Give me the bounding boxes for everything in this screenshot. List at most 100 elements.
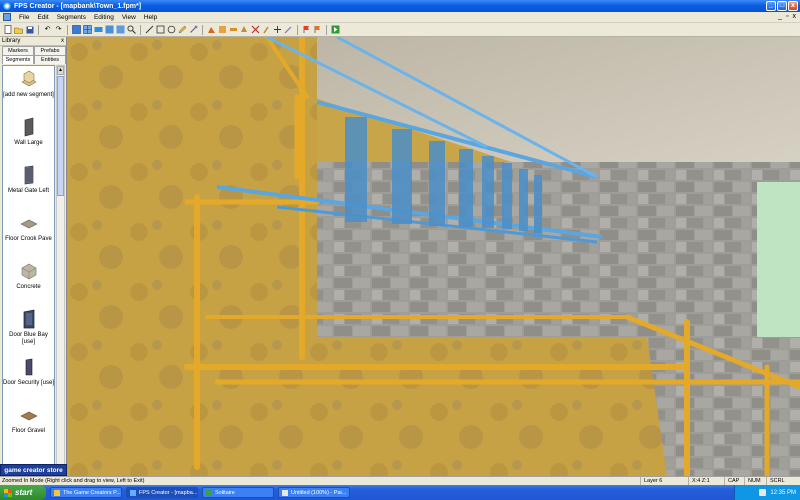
taskbar-item-label: Solitaire xyxy=(215,489,235,496)
tab-prefabs[interactable]: Prefabs xyxy=(34,46,66,55)
list-item-label: Door Blue Bay [use] xyxy=(9,332,48,345)
taskbar-item[interactable]: FPS Creator - [mapba... xyxy=(126,487,198,498)
draw-mode-icon[interactable] xyxy=(262,25,271,34)
toolbar-separator xyxy=(140,24,141,35)
library-scrollbar[interactable]: ▲ ▼ xyxy=(56,65,65,483)
eyedropper-tool-icon[interactable] xyxy=(189,25,198,34)
save-icon[interactable] xyxy=(25,25,34,34)
list-item[interactable]: Wall Large xyxy=(3,114,54,162)
library-title: Library xyxy=(2,38,21,44)
library-panel: Library x Markers Prefabs Segments Entit… xyxy=(0,37,67,483)
layer-up-icon[interactable] xyxy=(116,25,125,34)
list-item[interactable]: [add new segment] xyxy=(3,66,54,114)
rect-tool-icon[interactable] xyxy=(156,25,165,34)
toolbar-separator xyxy=(38,24,39,35)
library-close-button[interactable]: x xyxy=(61,38,64,44)
paint-area-icon[interactable] xyxy=(218,25,227,34)
app-icon xyxy=(206,489,212,496)
list-item[interactable]: Metal Gate Left xyxy=(3,162,54,210)
list-item-label: Wall Large xyxy=(14,140,43,146)
menu-view[interactable]: View xyxy=(118,14,140,21)
list-item[interactable]: Door Security [use] xyxy=(3,354,54,402)
menu-editing[interactable]: Editing xyxy=(90,14,118,21)
wall-icon xyxy=(24,117,33,137)
scroll-up-icon[interactable]: ▲ xyxy=(57,66,64,75)
clock[interactable]: 12:35 PM xyxy=(770,490,796,496)
pencil-tool-icon[interactable] xyxy=(178,25,187,34)
delete-segment-icon[interactable] xyxy=(251,25,260,34)
door-security-icon xyxy=(25,358,32,376)
document-icon[interactable] xyxy=(3,13,11,21)
flag-icon[interactable] xyxy=(302,25,311,34)
tab-markers[interactable]: Markers xyxy=(2,46,34,55)
volume-icon[interactable] xyxy=(759,489,767,496)
view-top-icon[interactable] xyxy=(72,25,81,34)
list-item[interactable]: Door Blue Bay [use] xyxy=(3,306,54,354)
doc-restore-button[interactable]: ▫ xyxy=(786,13,788,20)
paint-segment-icon[interactable] xyxy=(207,25,216,34)
open-folder-icon[interactable] xyxy=(14,25,23,34)
toolbar-separator xyxy=(202,24,203,35)
scrollbar-thumb[interactable] xyxy=(57,76,64,196)
waypoint-icon[interactable] xyxy=(284,25,293,34)
game-creator-store-button[interactable]: game creator store xyxy=(0,464,67,476)
doc-close-button[interactable]: x xyxy=(793,13,797,20)
taskbar-item-label: Untitled (100%) - Pai... xyxy=(291,489,347,496)
start-label: start xyxy=(15,488,33,497)
paint-line-icon[interactable] xyxy=(229,25,238,34)
circle-tool-icon[interactable] xyxy=(167,25,176,34)
floor-icon xyxy=(19,219,38,229)
layer-icon[interactable] xyxy=(94,25,103,34)
toolbar-separator xyxy=(67,24,68,35)
menu-bar: File Edit Segments Editing View Help _ ▫… xyxy=(0,12,800,23)
maximize-button[interactable]: □ xyxy=(777,1,787,11)
list-item-label: Floor Gravel xyxy=(11,428,45,434)
window-title: FPS Creator - [mapbank\Town_1.fpm*] xyxy=(14,2,142,10)
floor-icon xyxy=(19,411,38,421)
taskbar-item[interactable]: Solitaire xyxy=(202,487,274,498)
line-tool-icon[interactable] xyxy=(145,25,154,34)
close-button[interactable]: x xyxy=(788,1,798,11)
app-icon xyxy=(54,489,60,496)
view-grid-icon[interactable] xyxy=(83,25,92,34)
3d-viewport[interactable] xyxy=(67,37,800,476)
add-segment-icon xyxy=(20,70,37,87)
taskbar-item-label: FPS Creator - [mapba... xyxy=(139,489,198,496)
doc-minimize-button[interactable]: _ xyxy=(778,13,782,20)
taskbar-item-label: The Game Creators P... xyxy=(63,489,121,496)
undo-icon[interactable]: ↶ xyxy=(43,25,52,34)
tab-entities[interactable]: Entities xyxy=(34,55,66,64)
minimize-button[interactable]: _ xyxy=(766,1,776,11)
list-item-label: Floor Crook Pave xyxy=(5,236,52,242)
list-item[interactable]: Floor Gravel xyxy=(3,402,54,450)
toolbar-separator xyxy=(326,24,327,35)
title-bar: FPS Creator - [mapbank\Town_1.fpm*] _ □ … xyxy=(0,0,800,12)
app-icon xyxy=(130,489,136,496)
taskbar-item[interactable]: Untitled (100%) - Pai... xyxy=(278,487,350,498)
flag-multi-icon[interactable] xyxy=(313,25,322,34)
toolbar: ↶ ↷ xyxy=(0,23,800,37)
rotate-icon[interactable] xyxy=(273,25,282,34)
ceiling xyxy=(312,37,800,167)
pick-segment-icon[interactable] xyxy=(240,25,249,34)
menu-segments[interactable]: Segments xyxy=(53,14,90,21)
menu-file[interactable]: File xyxy=(15,14,33,21)
status-message: Zoomed In Mode (Right click and drag to … xyxy=(2,478,145,484)
list-item[interactable]: Floor Crook Pave xyxy=(3,210,54,258)
concrete-icon xyxy=(21,263,36,280)
gate-icon xyxy=(24,165,33,185)
menu-help[interactable]: Help xyxy=(140,14,161,21)
taskbar-item[interactable]: The Game Creators P... xyxy=(50,487,122,498)
tab-segments[interactable]: Segments xyxy=(2,55,34,64)
redo-icon[interactable]: ↷ xyxy=(54,25,63,34)
start-button[interactable]: start xyxy=(0,485,46,500)
windows-logo-icon xyxy=(4,488,12,497)
list-item[interactable]: Concrete xyxy=(3,258,54,306)
test-game-icon[interactable] xyxy=(331,25,340,34)
new-file-icon[interactable] xyxy=(3,25,12,34)
library-list[interactable]: [add new segment] Wall Large Metal Gate … xyxy=(2,65,55,483)
zoom-icon[interactable] xyxy=(127,25,136,34)
layer-down-icon[interactable] xyxy=(105,25,114,34)
menu-edit[interactable]: Edit xyxy=(33,14,52,21)
viewport-scene xyxy=(67,37,800,476)
